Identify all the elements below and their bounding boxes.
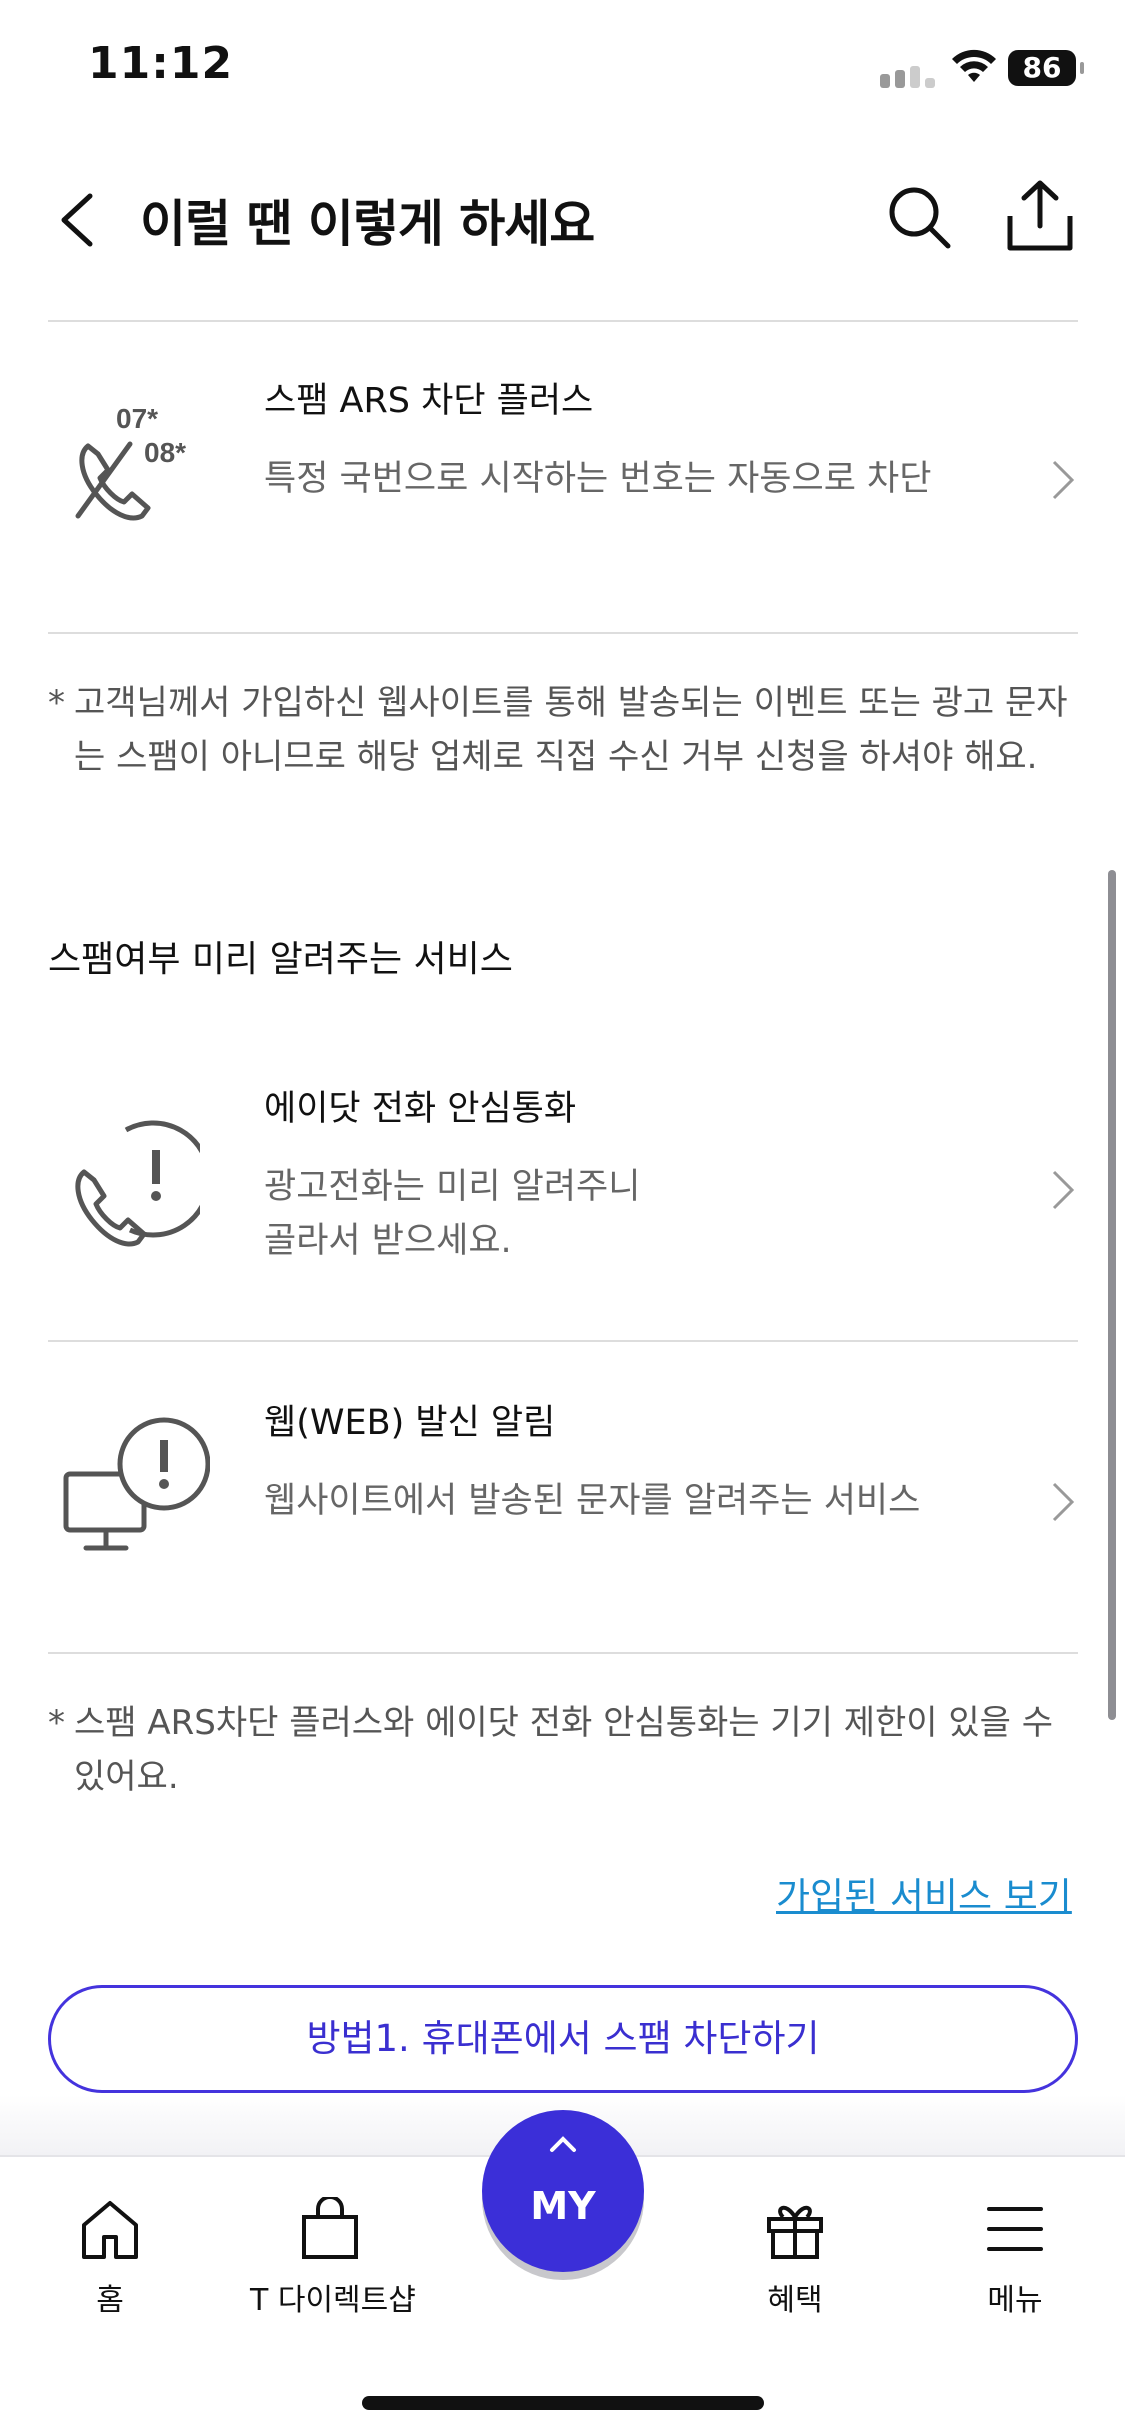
notice-text: * 고객님께서 가입하신 웹사이트를 통해 발송되는 이벤트 또는 광고 문자는… — [48, 676, 1088, 784]
icon-text-07: 07* — [116, 404, 158, 434]
share-icon[interactable] — [1004, 178, 1076, 254]
app-header: 이럴 땐 이렇게 하세요 — [0, 160, 1125, 280]
tab-shop-label: T 다이렉트샵 — [250, 2283, 416, 2318]
service-desc-line2: 골라서 받으세요. — [264, 1221, 512, 1261]
gift-icon — [767, 2205, 823, 2259]
chevron-right-icon — [1052, 460, 1075, 500]
tab-home[interactable]: 홈 — [30, 2197, 190, 2319]
battery-icon: 86 — [1008, 50, 1084, 86]
divider — [48, 1652, 1078, 1654]
service-name: 스팸 ARS 차단 플러스 — [264, 381, 594, 421]
search-icon[interactable] — [884, 182, 954, 252]
section-title: 스팸여부 미리 알려주는 서비스 — [48, 939, 513, 980]
web-warning-icon — [63, 1417, 210, 1551]
call-warning-icon — [75, 1120, 200, 1247]
notice-text-2: * 스팸 ARS차단 플러스와 에이닷 전화 안심통화는 기기 제한이 있을 수… — [48, 1696, 1088, 1804]
service-name: 웹(WEB) 발신 알림 — [264, 1403, 556, 1443]
block-spam-on-phone-button[interactable]: 방법1. 휴대폰에서 스팸 차단하기 — [48, 1985, 1078, 2093]
page: 11:12 86 이럴 땐 이렇게 하세요 07* 08* 스팸 ARS 차단 … — [0, 0, 1125, 2436]
service-adot-block[interactable]: 에이닷 전화 안심통화 광고전화는 미리 알려주니 골라서 받으세요. — [48, 1060, 1078, 1340]
service-web-block[interactable]: 웹(WEB) 발신 알림 웹사이트에서 발송된 문자를 알려주는 서비스 — [48, 1342, 1078, 1652]
shopping-bag-icon — [302, 2197, 358, 2259]
wifi-icon — [952, 49, 996, 82]
home-icon — [82, 2201, 138, 2259]
page-title: 이럴 땐 이렇게 하세요 — [140, 195, 595, 253]
status-time: 11:12 — [88, 38, 234, 89]
note-star: * — [48, 683, 65, 723]
note-star: * — [48, 1703, 65, 1743]
scrollbar[interactable] — [1108, 870, 1116, 1720]
note-body: 스팸 ARS차단 플러스와 에이닷 전화 안심통화는 기기 제한이 있을 수 있… — [74, 1703, 1054, 1797]
tab-direct-shop[interactable]: T 다이렉트샵 — [250, 2197, 416, 2319]
service-name: 에이닷 전화 안심통화 — [264, 1089, 577, 1129]
view-subscribed-services-link[interactable]: 가입된 서비스 보기 — [776, 1866, 1072, 1920]
back-arrow-icon[interactable] — [50, 190, 110, 250]
note-body: 고객님께서 가입하신 웹사이트를 통해 발송되는 이벤트 또는 광고 문자는 스… — [74, 683, 1068, 777]
chevron-up-icon — [550, 2136, 576, 2152]
call-block-icon: 07* 08* — [75, 404, 186, 521]
status-bar: 11:12 86 — [0, 0, 1125, 140]
service-desc: 웹사이트에서 발송된 문자를 알려주는 서비스 — [264, 1481, 921, 1521]
service-desc-line1: 광고전화는 미리 알려주니 — [264, 1167, 641, 1207]
my-button-label: MY — [530, 2184, 596, 2228]
my-button[interactable]: MY — [482, 2110, 644, 2272]
menu-icon — [987, 2207, 1043, 2251]
tab-menu[interactable]: 메뉴 — [935, 2197, 1095, 2319]
tab-menu-label: 메뉴 — [987, 2283, 1043, 2318]
divider — [48, 632, 1078, 634]
service-desc: 특정 국번으로 시작하는 번호는 자동으로 차단 — [264, 459, 932, 499]
service-ars-block[interactable]: 07* 08* 스팸 ARS 차단 플러스 특정 국번으로 시작하는 번호는 자… — [48, 322, 1078, 632]
chevron-right-icon — [1052, 1482, 1075, 1522]
tab-home-label: 홈 — [96, 2283, 124, 2318]
tab-benefit-label: 혜택 — [767, 2283, 823, 2318]
icon-text-08: 08* — [144, 437, 186, 468]
chevron-right-icon — [1052, 1170, 1075, 1210]
signal-icon — [880, 66, 935, 88]
tab-benefit[interactable]: 혜택 — [715, 2197, 875, 2319]
home-indicator — [362, 2396, 764, 2410]
